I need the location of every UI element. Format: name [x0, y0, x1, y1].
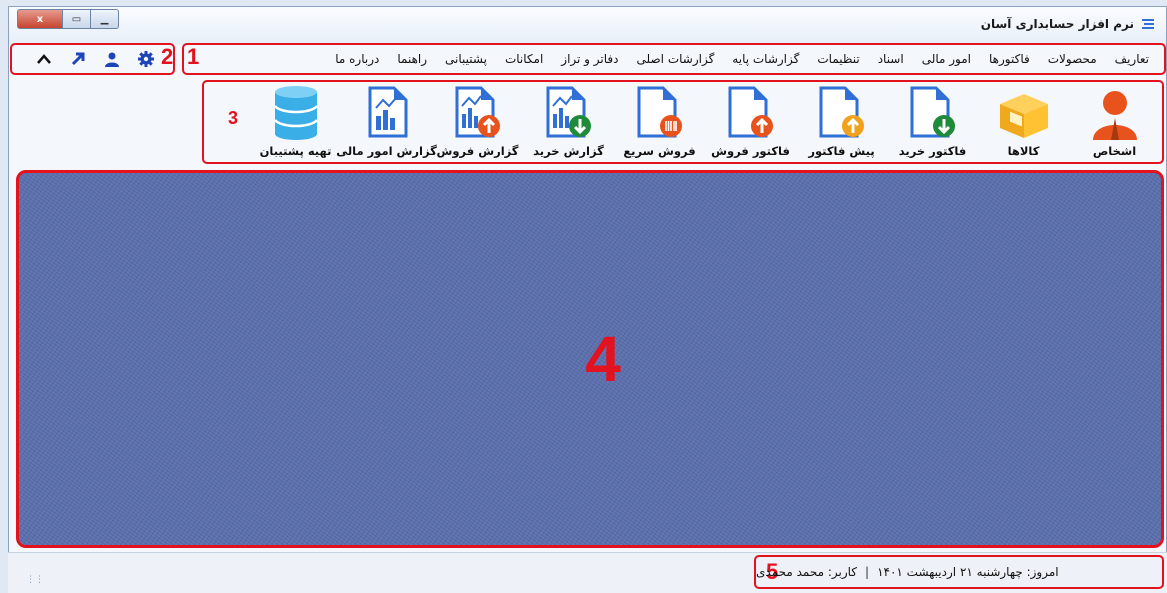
quick-tools — [10, 43, 175, 75]
status-info: امروز: چهارشنبه ۲۱ اردیبهشت ۱۴۰۱ | کاربر… — [754, 555, 1164, 589]
ribbon-finance-report-button[interactable]: گزارش امور مالی — [336, 82, 437, 162]
status-date: امروز: چهارشنبه ۲۱ اردیبهشت ۱۴۰۱ — [877, 565, 1059, 579]
ribbon-toolbar: اشخاص کالاها فاکتور خرید پیش فاکتور فاکت… — [202, 80, 1164, 164]
ribbon-label: فروش سریع — [623, 144, 696, 158]
main-workspace[interactable]: 4 — [16, 170, 1164, 548]
report-chart-icon — [368, 86, 407, 138]
menu-features[interactable]: امکانات — [496, 52, 552, 66]
user-icon[interactable] — [102, 49, 122, 69]
status-separator: | — [865, 565, 870, 579]
menu-finance[interactable]: امور مالی — [913, 52, 980, 66]
ribbon-sales-invoice-button[interactable]: فاکتور فروش — [705, 82, 796, 162]
menu-help[interactable]: راهنما — [388, 52, 436, 66]
report-down-icon — [546, 86, 591, 138]
doc-download-icon — [910, 86, 955, 138]
database-icon — [273, 86, 318, 140]
window-controls: x ▭ ▁ — [17, 9, 119, 29]
ribbon-label: فاکتور فروش — [711, 144, 790, 158]
menu-ledgers[interactable]: دفاتر و تراز — [552, 52, 627, 66]
doc-upload-red-icon — [728, 86, 773, 138]
ribbon-quick-sale-button[interactable]: فروش سریع — [614, 82, 705, 162]
ribbon-label: فاکتور خرید — [898, 144, 967, 158]
report-up-icon — [455, 86, 500, 138]
menu-basic-reports[interactable]: گزارشات پایه — [723, 52, 808, 66]
ribbon-label: گزارش فروش — [436, 144, 519, 158]
main-menu: تعاریف محصولات فاکتورها امور مالی اسناد … — [182, 43, 1166, 75]
title-bar: x ▭ ▁ نرم افزار حسابداری آسان — [9, 7, 1166, 45]
ribbon-purchase-report-button[interactable]: گزارش خرید — [523, 82, 614, 162]
ribbon-label: اشخاص — [1092, 144, 1137, 158]
ribbon-label: کالاها — [1007, 144, 1040, 158]
ribbon-backup-button[interactable]: تهیه پشتیبان — [250, 82, 341, 162]
ribbon-proforma-button[interactable]: پیش فاکتور — [796, 82, 887, 162]
person-icon — [1092, 91, 1137, 140]
menu-about[interactable]: درباره ما — [326, 52, 388, 66]
minimize-button[interactable]: ▁ — [91, 9, 119, 29]
menu-documents[interactable]: اسناد — [869, 52, 913, 66]
status-user: کاربر: محمد محمدی — [756, 565, 858, 579]
ribbon-label: تهیه پشتیبان — [259, 144, 332, 158]
box-icon — [999, 94, 1048, 138]
app-logo-icon — [1142, 19, 1154, 29]
restore-button[interactable]: ▭ — [63, 9, 91, 29]
resize-grip-icon[interactable]: ⋮⋮ — [26, 575, 44, 585]
ribbon-goods-button[interactable]: کالاها — [978, 82, 1069, 162]
close-button[interactable]: x — [17, 9, 63, 29]
window-title-text: نرم افزار حسابداری آسان — [980, 17, 1134, 31]
ribbon-label: گزارش امور مالی — [336, 144, 437, 158]
window-title: نرم افزار حسابداری آسان — [981, 17, 1156, 31]
menu-settings[interactable]: تنظیمات — [808, 52, 868, 66]
ribbon-purchase-invoice-button[interactable]: فاکتور خرید — [887, 82, 978, 162]
doc-barcode-icon — [637, 86, 682, 138]
settings-icon[interactable] — [136, 49, 156, 69]
callout-main: 4 — [585, 323, 621, 395]
menu-invoices[interactable]: فاکتورها — [980, 52, 1039, 66]
menu-definitions[interactable]: تعاریف — [1106, 52, 1158, 66]
menu-support[interactable]: پشتیبانی — [436, 52, 496, 66]
chevron-up-icon[interactable] — [34, 49, 54, 69]
ribbon-sales-report-button[interactable]: گزارش فروش — [432, 82, 523, 162]
ribbon-people-button[interactable]: اشخاص — [1069, 82, 1160, 162]
arrow-up-right-icon[interactable] — [68, 49, 88, 69]
ribbon-label: گزارش خرید — [533, 144, 604, 158]
status-bar: ⋮⋮ 5 امروز: چهارشنبه ۲۱ اردیبهشت ۱۴۰۱ | … — [8, 552, 1167, 593]
menu-main-reports[interactable]: گزارشات اصلی — [628, 52, 724, 66]
callout-tools: 2 — [161, 44, 174, 69]
doc-upload-orange-icon — [819, 86, 864, 138]
ribbon-label: پیش فاکتور — [808, 144, 875, 158]
menu-bar: 2 1 تعاریف محصولات فاکتورها امور مالی اس… — [8, 43, 1167, 79]
menu-products[interactable]: محصولات — [1039, 52, 1106, 66]
